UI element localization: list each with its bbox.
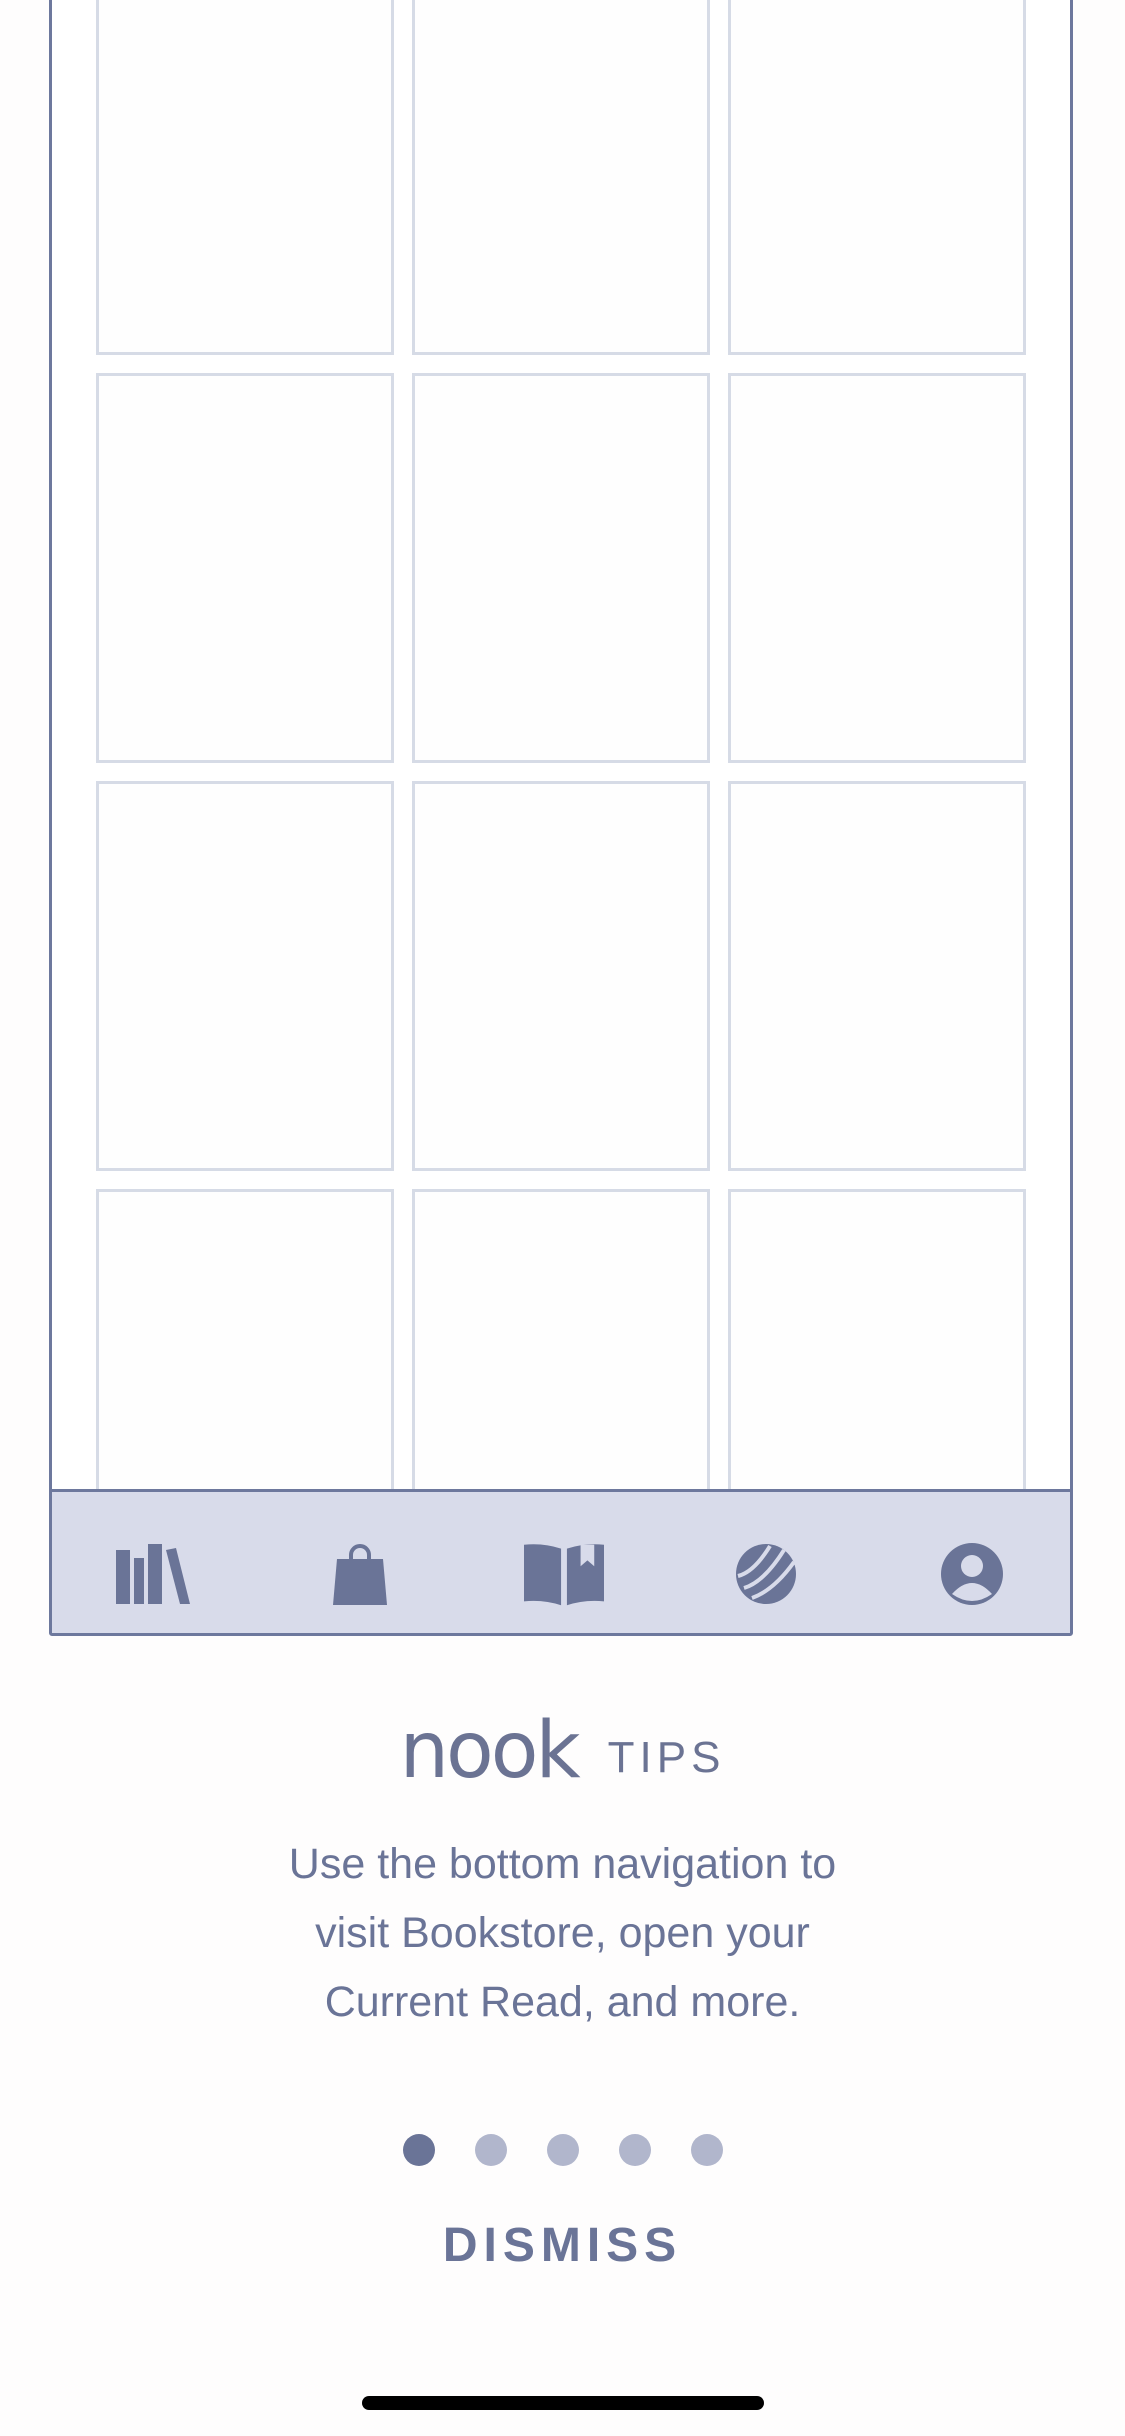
- home-indicator[interactable]: [362, 2396, 764, 2410]
- book-placeholder: [96, 373, 394, 763]
- page-dot[interactable]: [618, 2134, 651, 2166]
- book-placeholder: [96, 781, 394, 1171]
- book-placeholder: [96, 0, 394, 355]
- nav-profile[interactable]: [932, 1540, 1012, 1608]
- nav-library[interactable]: [114, 1540, 194, 1608]
- tips-label: TIPS: [607, 1733, 726, 1782]
- tip-line: Use the bottom navigation to: [288, 1840, 837, 1888]
- app-preview-frame: [49, 0, 1073, 1636]
- book-placeholder: [728, 781, 1026, 1171]
- nav-bookstore[interactable]: [320, 1540, 400, 1608]
- library-icon: [116, 1544, 190, 1604]
- book-placeholder: [412, 781, 710, 1171]
- book-placeholder: [728, 0, 1026, 355]
- book-placeholder: [728, 1189, 1026, 1509]
- nav-discover[interactable]: [726, 1540, 806, 1608]
- book-placeholder: [412, 373, 710, 763]
- page-dot[interactable]: [546, 2134, 579, 2166]
- dismiss-button[interactable]: DISMISS: [400, 2210, 725, 2280]
- library-grid: [96, 0, 1036, 1509]
- book-placeholder: [96, 1189, 394, 1509]
- nav-current-read[interactable]: [524, 1540, 604, 1608]
- book-placeholder: [728, 373, 1026, 763]
- page-indicator: [0, 2134, 1125, 2166]
- book-placeholder: [412, 0, 710, 355]
- tips-header: nook TIPS: [0, 1712, 1125, 1790]
- tip-description: Use the bottom navigation to visit Books…: [200, 1830, 925, 2037]
- shopping-bag-icon: [333, 1544, 387, 1605]
- page-dot-active[interactable]: [402, 2134, 435, 2166]
- nook-logo: nook: [399, 1706, 581, 1796]
- open-book-icon: [524, 1544, 604, 1606]
- page-dot[interactable]: [474, 2134, 507, 2166]
- page-dot[interactable]: [690, 2134, 723, 2166]
- discover-icon: [736, 1544, 796, 1604]
- bottom-navigation: [52, 1489, 1070, 1633]
- book-placeholder: [412, 1189, 710, 1509]
- tip-line: Current Read, and more.: [324, 1978, 801, 2026]
- tip-line: visit Bookstore, open your: [315, 1909, 810, 1957]
- profile-icon: [941, 1543, 1003, 1605]
